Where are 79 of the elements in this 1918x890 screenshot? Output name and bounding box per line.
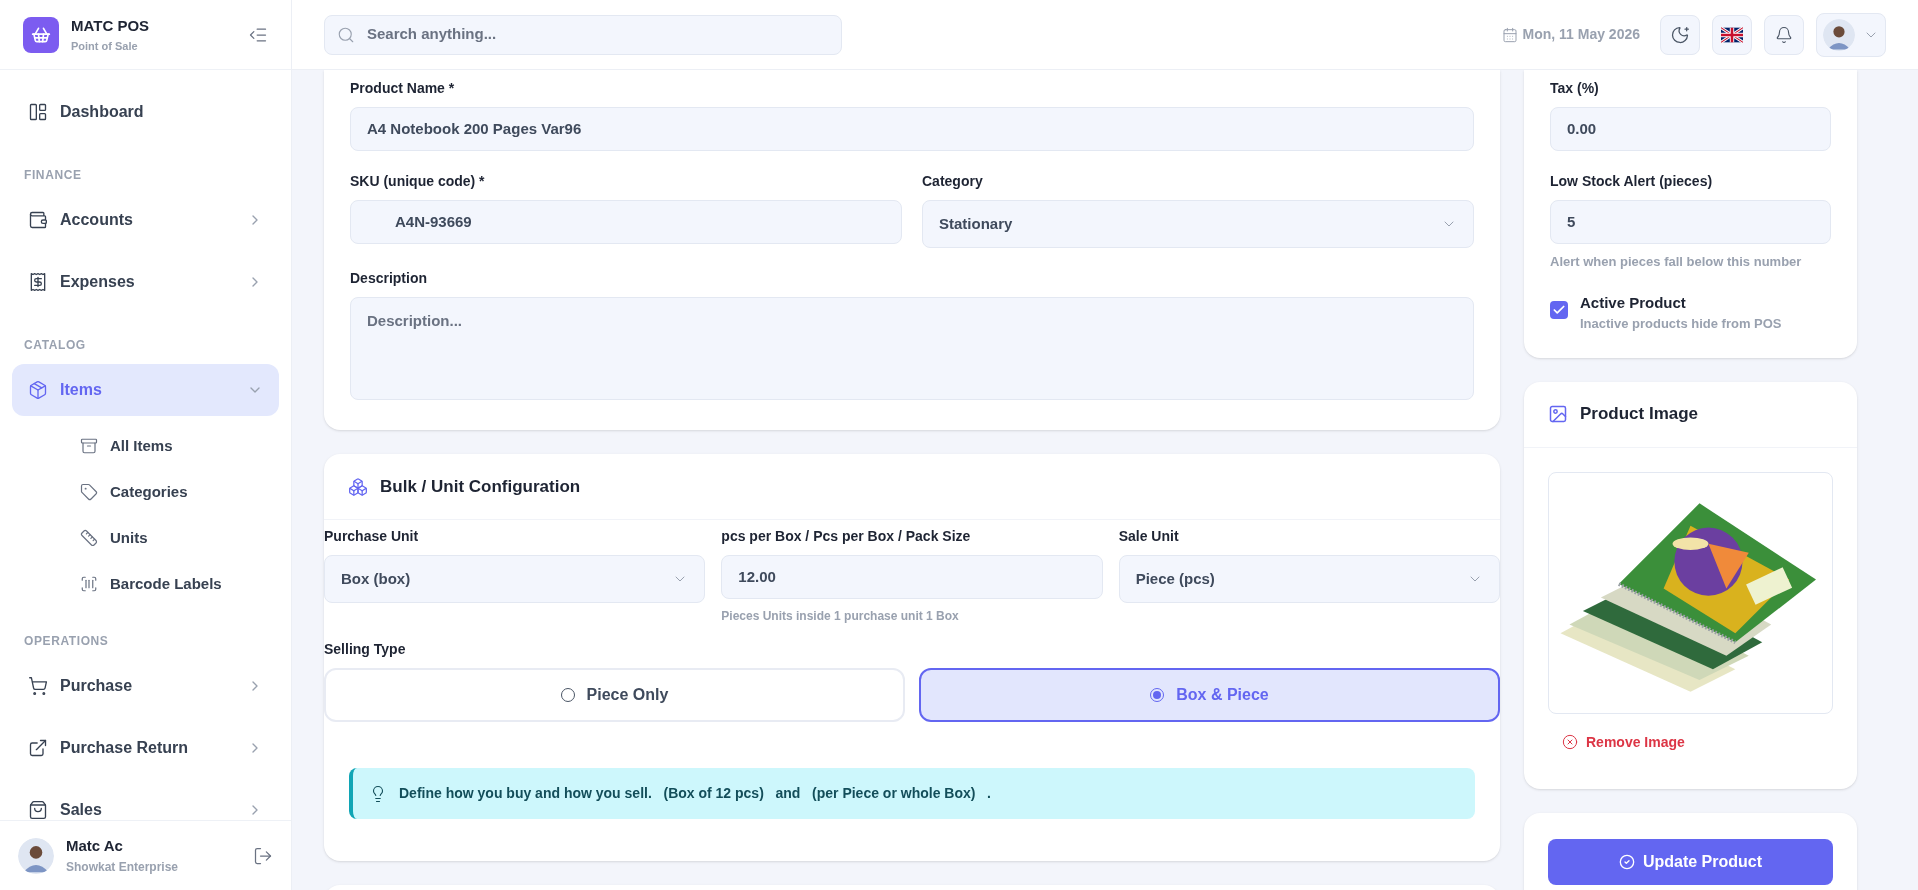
field-label: Description bbox=[350, 269, 428, 288]
field-label: Selling Type bbox=[324, 640, 407, 659]
section-heading: OPERATIONS bbox=[23, 633, 110, 650]
checkbox-hint: Inactive products hide from POS bbox=[1580, 315, 1782, 333]
field-label: Category bbox=[922, 172, 984, 191]
basket-icon bbox=[31, 24, 51, 45]
receipt-icon bbox=[28, 272, 48, 292]
sidebar-item[interactable]: Dashboard bbox=[12, 86, 279, 138]
select-field[interactable]: Piece (pcs) bbox=[1118, 555, 1500, 603]
bell-icon bbox=[1775, 25, 1793, 44]
submenu-item[interactable]: Barcode Labels bbox=[80, 566, 291, 602]
profile-menu-button[interactable] bbox=[1816, 12, 1886, 57]
company-name: Showkat Enterprise bbox=[66, 858, 180, 876]
update-product-button[interactable]: Update Product bbox=[1548, 838, 1833, 885]
sidebar-item[interactable]: Items bbox=[12, 364, 279, 416]
tag-icon bbox=[80, 483, 98, 501]
app-subtitle: Point of Sale bbox=[71, 38, 139, 54]
checkbox[interactable] bbox=[1550, 300, 1568, 319]
card-title: Product Image bbox=[1580, 403, 1699, 426]
sidebar-item[interactable]: Purchase bbox=[12, 660, 279, 712]
input-field[interactable]: 12.00 bbox=[721, 555, 1103, 599]
description-field[interactable]: Description... bbox=[350, 297, 1474, 400]
selling-type-option[interactable]: Box & Piece bbox=[919, 668, 1500, 722]
dashboard-icon bbox=[28, 102, 48, 122]
flag-icon bbox=[1721, 26, 1743, 43]
submenu-item[interactable]: Units bbox=[80, 520, 291, 556]
tip-text: Define how you buy and how you sell. (Box of 12 pcs) and (per Piece or whole Box) . bbox=[399, 784, 991, 803]
field-label: SKU (unique code) * bbox=[350, 172, 486, 191]
submenu-item[interactable]: All Items bbox=[80, 428, 291, 464]
section-heading: CATALOG bbox=[23, 337, 87, 354]
current-date: Mon, 11 May 2026 bbox=[1522, 25, 1640, 44]
submenu-item[interactable]: Categories bbox=[80, 474, 291, 510]
input-field[interactable]: 0.00 bbox=[1550, 107, 1831, 151]
wallet-icon bbox=[28, 210, 48, 230]
section-heading: FINANCE bbox=[23, 167, 83, 184]
avatar bbox=[18, 837, 54, 874]
app-name: MATC POS bbox=[71, 16, 151, 36]
search-field[interactable]: Search anything... bbox=[324, 14, 842, 55]
barcode-icon bbox=[80, 575, 98, 593]
field-label: Sale Unit bbox=[1118, 527, 1180, 546]
sidebar-item[interactable]: Sales bbox=[12, 784, 279, 820]
search-icon bbox=[337, 25, 355, 44]
field-label: Tax (%) bbox=[1550, 79, 1600, 98]
sidebar-item[interactable]: Purchase Return bbox=[12, 722, 279, 774]
select-field[interactable]: Stationary bbox=[922, 200, 1474, 248]
box-icon bbox=[28, 380, 48, 400]
external-link-icon bbox=[28, 738, 48, 758]
calendar-icon bbox=[1502, 26, 1519, 43]
card-title: Bulk / Unit Configuration bbox=[380, 475, 581, 498]
tray-icon bbox=[80, 437, 98, 455]
field-hint: Pieces Units inside 1 purchase unit 1 Box bbox=[721, 608, 960, 625]
check-circle-icon bbox=[1618, 853, 1635, 870]
input-field[interactable]: 5 bbox=[1550, 200, 1831, 244]
user-name: Matc Ac bbox=[66, 836, 124, 857]
language-button[interactable] bbox=[1712, 14, 1752, 55]
input-field[interactable]: A4N-93669 bbox=[350, 200, 902, 244]
boxes-icon bbox=[348, 476, 368, 497]
field-label: Product Name * bbox=[350, 79, 456, 98]
checkbox-label: Active Product bbox=[1580, 292, 1687, 313]
ruler-icon bbox=[80, 529, 98, 547]
select-field[interactable]: Box (box) bbox=[324, 555, 706, 603]
selling-type-option[interactable]: Piece Only bbox=[324, 668, 905, 722]
avatar bbox=[1823, 18, 1855, 51]
remove-image-button[interactable]: Remove Image bbox=[1562, 731, 1685, 753]
cart-icon bbox=[28, 676, 48, 696]
close-circle-icon bbox=[1562, 734, 1578, 750]
input-field[interactable]: A4 Notebook 200 Pages Var96 bbox=[350, 107, 1474, 151]
field-label: Low Stock Alert (pieces) bbox=[1550, 172, 1714, 191]
field-label: pcs per Box / Pcs per Box / Pack Size bbox=[721, 527, 972, 546]
logout-icon[interactable] bbox=[253, 845, 273, 866]
image-icon bbox=[1548, 404, 1568, 424]
field-hint: Alert when pieces fall below this number bbox=[1550, 253, 1803, 271]
field-label: Purchase Unit bbox=[324, 527, 420, 546]
sidebar-item[interactable]: Accounts bbox=[12, 194, 279, 246]
notifications-button[interactable] bbox=[1764, 14, 1804, 55]
theme-toggle-button[interactable] bbox=[1660, 14, 1700, 55]
bag-icon bbox=[28, 800, 48, 820]
moon-icon bbox=[1670, 24, 1690, 45]
sidebar-item[interactable]: Expenses bbox=[12, 256, 279, 308]
